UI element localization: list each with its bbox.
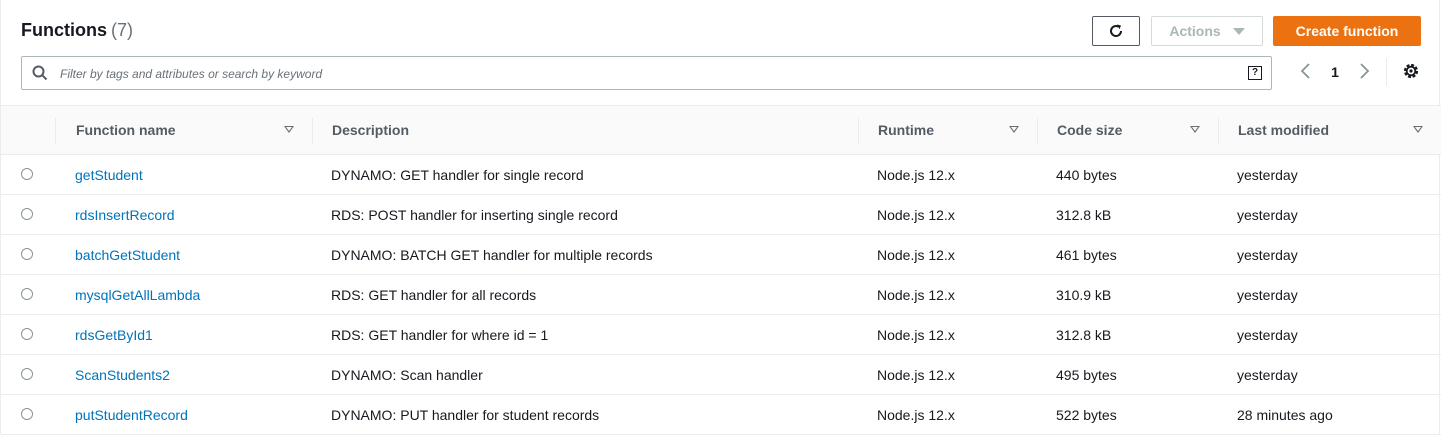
column-header-function-name[interactable]: Function name <box>56 106 312 154</box>
pagination-next-icon[interactable] <box>1356 62 1372 80</box>
pagination-previous-icon[interactable] <box>1298 62 1314 80</box>
table-row[interactable]: mysqlGetAllLambda RDS: GET handler for a… <box>1 275 1441 315</box>
table-row[interactable]: ScanStudents2 DYNAMO: Scan handler Node.… <box>1 355 1441 395</box>
page-title-text: Functions <box>21 20 107 40</box>
column-header-label: Description <box>332 122 410 138</box>
table-row[interactable]: putStudentRecord DYNAMO: PUT handler for… <box>1 395 1441 435</box>
function-last-modified: yesterday <box>1237 327 1298 343</box>
function-code-size: 312.8 kB <box>1056 327 1112 343</box>
function-last-modified: yesterday <box>1237 287 1298 303</box>
refresh-icon <box>1110 24 1123 37</box>
function-code-size: 495 bytes <box>1056 367 1117 383</box>
function-name-link[interactable]: putStudentRecord <box>75 395 188 434</box>
function-runtime: Node.js 12.x <box>877 327 955 343</box>
actions-button[interactable]: Actions <box>1151 16 1263 46</box>
table-row[interactable]: batchGetStudent DYNAMO: BATCH GET handle… <box>1 235 1441 275</box>
sort-icon[interactable] <box>284 126 294 133</box>
function-code-size: 310.9 kB <box>1056 287 1112 303</box>
caret-down-icon <box>1232 27 1245 35</box>
function-description: RDS: GET handler for where id = 1 <box>331 327 549 343</box>
function-description: DYNAMO: GET handler for single record <box>331 167 584 183</box>
column-header-code-size[interactable]: Code size <box>1037 106 1218 154</box>
function-name-link[interactable]: getStudent <box>75 155 143 194</box>
function-name-link[interactable]: batchGetStudent <box>75 235 180 274</box>
function-code-size: 461 bytes <box>1056 247 1117 263</box>
help-icon[interactable]: ? <box>1248 66 1262 80</box>
function-name-link[interactable]: ScanStudents2 <box>75 355 170 394</box>
function-name-link[interactable]: mysqlGetAllLambda <box>75 275 200 314</box>
column-header-label: Runtime <box>878 122 934 138</box>
pagination-divider <box>1386 58 1387 86</box>
functions-table-body: getStudent DYNAMO: GET handler for singl… <box>1 155 1441 435</box>
function-code-size: 522 bytes <box>1056 407 1117 423</box>
column-header-label: Code size <box>1057 122 1123 138</box>
function-description: DYNAMO: Scan handler <box>331 367 483 383</box>
refresh-button[interactable] <box>1092 16 1140 46</box>
function-code-size: 312.8 kB <box>1056 207 1112 223</box>
function-description: DYNAMO: BATCH GET handler for multiple r… <box>331 247 653 263</box>
row-select-radio[interactable] <box>21 328 33 340</box>
search-bar: ? <box>21 56 1272 90</box>
row-select-radio[interactable] <box>21 368 33 380</box>
row-select-radio[interactable] <box>21 168 33 180</box>
function-last-modified: yesterday <box>1237 247 1298 263</box>
row-select-radio[interactable] <box>21 288 33 300</box>
function-code-size: 440 bytes <box>1056 167 1117 183</box>
sort-icon[interactable] <box>1009 126 1019 133</box>
table-row[interactable]: rdsInsertRecord RDS: POST handler for in… <box>1 195 1441 235</box>
function-last-modified: yesterday <box>1237 367 1298 383</box>
functions-panel: Functions(7) Actions Create function ? 1 <box>0 0 1441 435</box>
table-row[interactable]: rdsGetById1 RDS: GET handler for where i… <box>1 315 1441 355</box>
function-last-modified: yesterday <box>1237 207 1298 223</box>
row-select-radio[interactable] <box>21 248 33 260</box>
function-runtime: Node.js 12.x <box>877 407 955 423</box>
column-header-description: Description <box>312 106 858 154</box>
row-select-radio[interactable] <box>21 208 33 220</box>
function-count: (7) <box>111 20 133 40</box>
pagination-current-page[interactable]: 1 <box>1327 64 1343 80</box>
function-description: RDS: POST handler for inserting single r… <box>331 207 618 223</box>
column-header-runtime[interactable]: Runtime <box>858 106 1037 154</box>
create-function-label: Create function <box>1295 23 1399 39</box>
function-name-link[interactable]: rdsInsertRecord <box>75 195 175 234</box>
function-last-modified: yesterday <box>1237 167 1298 183</box>
sort-icon[interactable] <box>1413 126 1423 133</box>
search-input[interactable] <box>58 61 1232 87</box>
search-icon <box>32 65 48 81</box>
column-header-label: Last modified <box>1238 122 1330 138</box>
function-runtime: Node.js 12.x <box>877 167 955 183</box>
function-description: DYNAMO: PUT handler for student records <box>331 407 600 423</box>
function-description: RDS: GET handler for all records <box>331 287 537 303</box>
function-name-link[interactable]: rdsGetById1 <box>75 315 153 354</box>
function-runtime: Node.js 12.x <box>877 247 955 263</box>
column-header-last-modified[interactable]: Last modified <box>1218 106 1441 154</box>
sort-icon[interactable] <box>1190 126 1200 133</box>
function-runtime: Node.js 12.x <box>877 367 955 383</box>
actions-label: Actions <box>1169 23 1221 39</box>
row-select-radio[interactable] <box>21 408 33 420</box>
function-runtime: Node.js 12.x <box>877 287 955 303</box>
table-row[interactable]: getStudent DYNAMO: GET handler for singl… <box>1 155 1441 195</box>
gear-icon[interactable] <box>1402 62 1420 80</box>
function-runtime: Node.js 12.x <box>877 207 955 223</box>
table-header: Function name Description Runtime Code s… <box>1 105 1441 155</box>
column-header-label: Function name <box>76 122 176 138</box>
create-function-button[interactable]: Create function <box>1273 16 1421 46</box>
function-last-modified: 28 minutes ago <box>1237 407 1333 423</box>
page-title: Functions (7) <box>21 20 133 41</box>
